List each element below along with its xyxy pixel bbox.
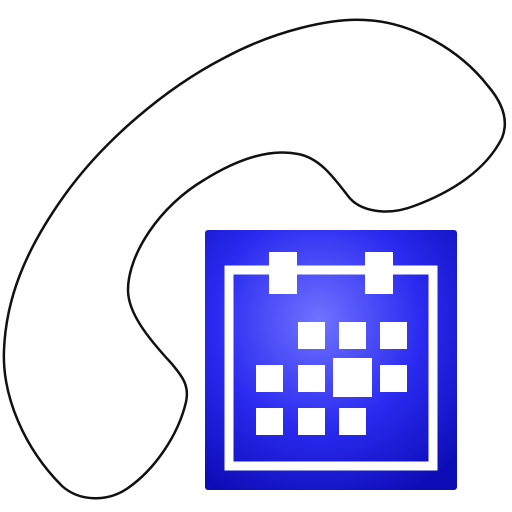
day-cell [298,408,325,435]
day-cell [256,408,283,435]
day-cell [339,408,366,435]
day-cell [256,365,283,392]
day-cell [298,365,325,392]
day-cell [298,322,325,349]
day-cell [380,322,407,349]
calendar-icon [205,230,457,490]
day-cell-highlighted [333,358,372,397]
phone-calendar-app-icon[interactable] [0,0,512,512]
day-cell [339,322,366,349]
calendar-ring-right [365,252,393,294]
day-cell [380,365,407,392]
calendar-ring-left [269,252,297,294]
